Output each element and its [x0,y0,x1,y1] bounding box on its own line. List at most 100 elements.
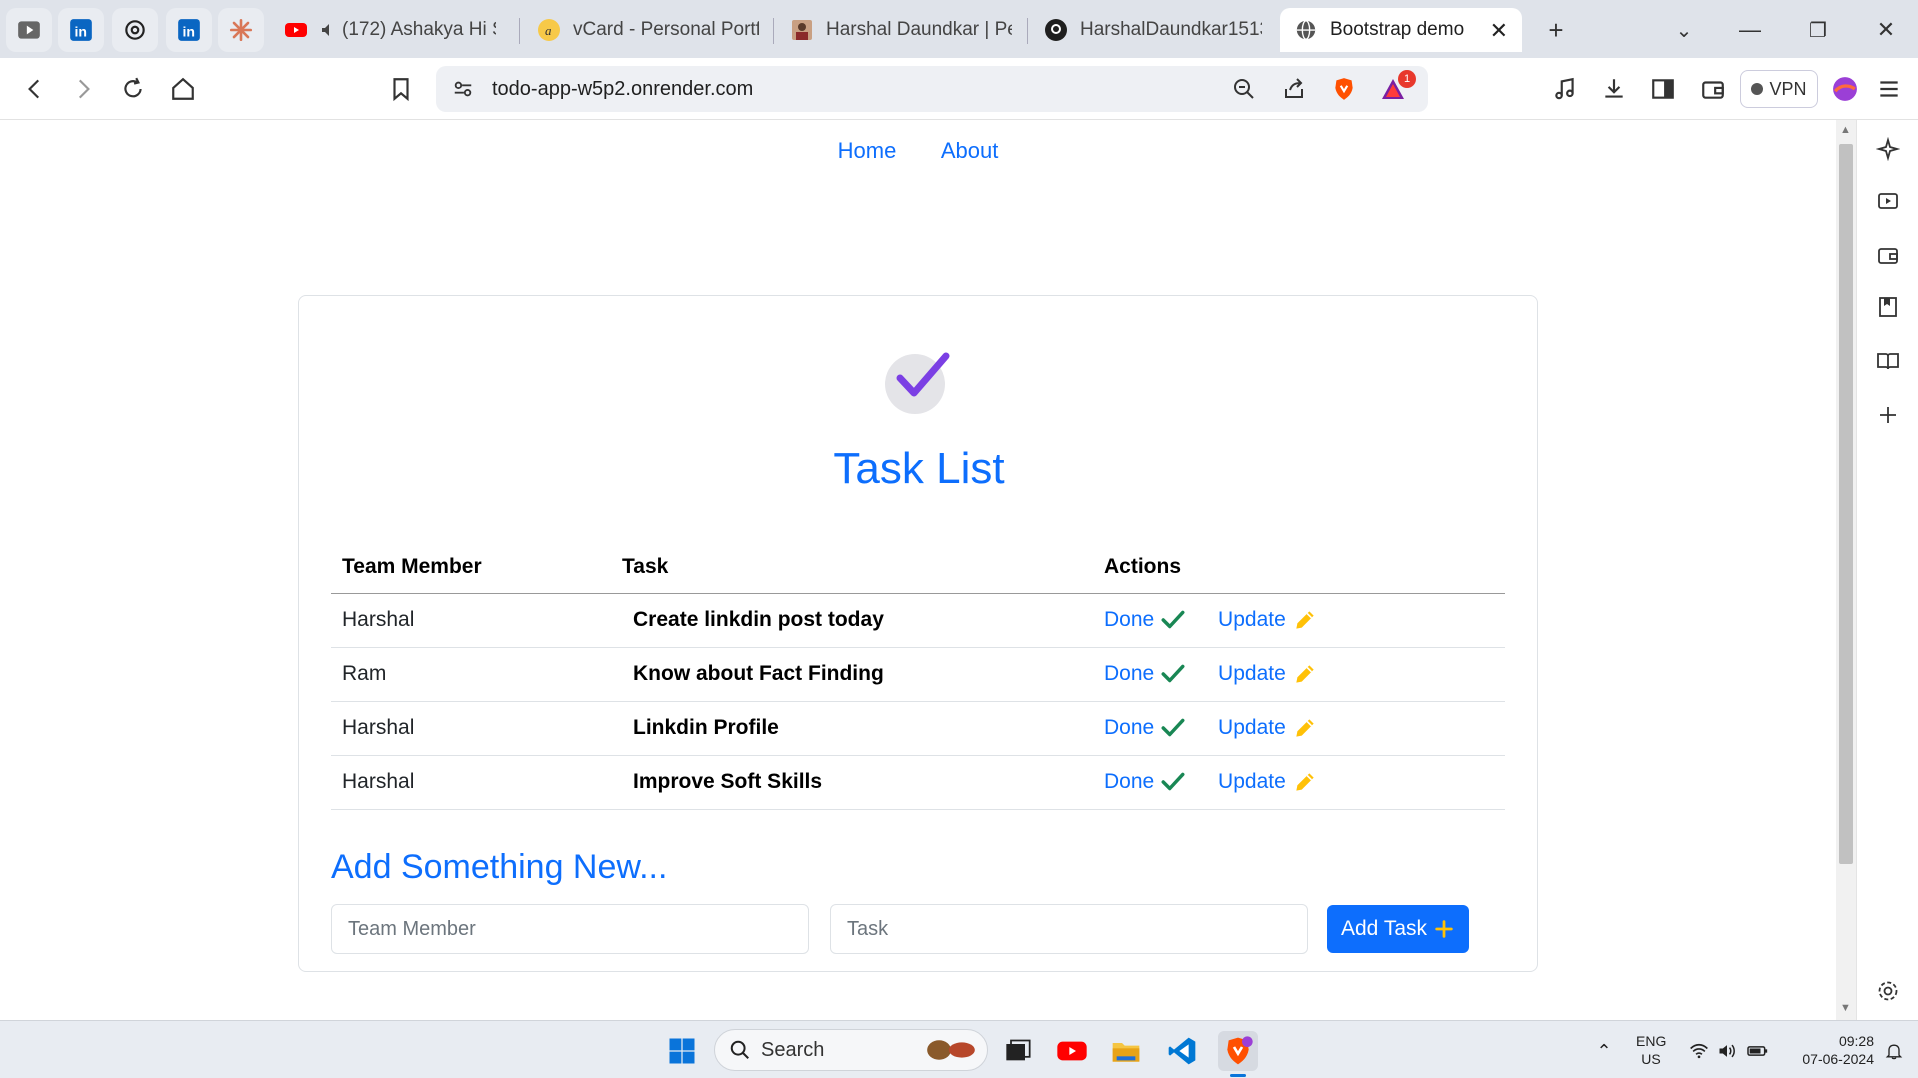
check-icon [1161,664,1185,683]
brave-browser-taskbar-icon[interactable] [1218,1031,1258,1077]
pencil-icon [1296,773,1314,791]
input-language-indicator[interactable]: ENG US [1636,1032,1666,1068]
add-task-button[interactable]: Add Task [1327,905,1469,953]
leo-ai-icon[interactable] [1873,134,1903,164]
clock-time: 09:28 [1838,1033,1874,1049]
address-bar[interactable]: todo-app-w5p2.onrender.com 1 [436,66,1428,112]
scrollbar-thumb[interactable] [1839,144,1853,864]
forward-arrow-icon [78,79,90,99]
zoom-out-icon[interactable] [1232,77,1256,106]
tab-label: Harshal Daundkar | Pers [826,19,1012,40]
actions-cell: Done Update [1093,647,1505,702]
taskbar-search[interactable]: Search [714,1029,988,1071]
clock[interactable]: 09:28 07-06-2024 [1786,1032,1874,1068]
tab-vcard[interactable]: a vCard - Personal Portfol [523,8,773,52]
update-label: Update [1218,662,1286,685]
tab-portfolio[interactable]: Harshal Daundkar | Pers [776,8,1026,52]
check-icon [1161,610,1185,629]
wifi-icon[interactable] [1686,1031,1712,1071]
close-window-button[interactable]: ✕ [1870,14,1902,46]
scroll-up-arrow-icon[interactable]: ▲ [1840,124,1851,136]
download-icon [1605,79,1623,98]
done-button[interactable]: Done [1104,715,1186,741]
table-row: Harshal Improve Soft Skills Done Update [331,755,1505,810]
close-tab-icon[interactable]: ✕ [1490,18,1508,44]
done-button[interactable]: Done [1104,769,1186,795]
actions-cell: Done Update [1093,755,1505,810]
language-code: ENG [1636,1033,1667,1049]
reading-list-icon[interactable] [1873,346,1903,376]
home-icon [172,77,194,100]
sidebar-panel-icon [1652,79,1674,99]
tab-bootstrap-demo[interactable]: Bootstrap demo ✕ [1280,8,1522,52]
wallet-button[interactable] [1696,72,1730,106]
done-button[interactable]: Done [1104,607,1186,633]
task-input[interactable] [830,904,1308,954]
youtube-icon [284,18,308,42]
vpn-button[interactable]: VPN [1740,70,1818,108]
forward-button[interactable] [66,72,100,106]
new-tab-button[interactable]: + [1540,14,1572,46]
sidebar-settings-gear-icon[interactable] [1873,976,1903,1006]
main-menu-button[interactable] [1872,72,1906,106]
wallet-icon[interactable] [1873,240,1903,270]
volume-icon[interactable] [1714,1031,1740,1071]
bookmark-button[interactable] [384,72,418,106]
team-member-input[interactable] [331,904,809,954]
back-button[interactable] [18,72,52,106]
add-sidebar-item-icon[interactable] [1873,400,1903,430]
profile-button[interactable] [1828,72,1862,106]
windows-start-icon[interactable] [662,1031,702,1071]
home-button[interactable] [166,72,200,106]
file-explorer-icon[interactable] [1106,1031,1146,1071]
site-settings-icon[interactable] [452,78,474,105]
nav-about-link[interactable]: About [941,138,999,163]
sidebar-toggle-button[interactable] [1646,72,1680,106]
pinned-tab-claude[interactable] [218,8,264,52]
pinned-tab-linkedin-2[interactable]: in [166,8,212,52]
check-icon [1161,718,1185,737]
restore-window-button[interactable]: ❐ [1802,14,1834,46]
pinned-tab-linkedin[interactable]: in [58,8,104,52]
brave-shields-icon[interactable] [1331,76,1357,107]
scroll-down-arrow-icon[interactable]: ▼ [1840,1002,1851,1014]
downloads-button[interactable] [1597,72,1631,106]
vpn-label: VPN [1769,78,1807,99]
reload-button[interactable] [116,72,150,106]
pinned-tab-chatgpt[interactable] [112,8,158,52]
back-arrow-icon [28,79,40,99]
task-view-icon[interactable] [998,1031,1038,1071]
tab-youtube[interactable]: (172) Ashakya Hi Sh [270,8,510,52]
task-table: Team Member Task Actions Harshal Create … [331,541,1505,810]
minimize-window-button[interactable]: — [1734,14,1766,46]
show-hidden-icons-chevron-icon[interactable]: ⌃ [1584,1031,1624,1071]
tab-search-chevron-icon[interactable]: ⌄ [1668,14,1700,46]
update-button[interactable]: Update [1218,769,1318,795]
vscode-icon[interactable] [1162,1031,1202,1071]
media-button[interactable] [1548,72,1582,106]
video-playlist-icon[interactable] [1873,186,1903,216]
table-row: Harshal Linkdin Profile Done Update [331,701,1505,756]
notification-badge: 1 [1398,70,1416,88]
nav-home-link[interactable]: Home [838,138,897,163]
update-button[interactable]: Update [1218,607,1318,633]
update-button[interactable]: Update [1218,661,1318,687]
tab-github[interactable]: HarshalDaundkar1513/ [1030,8,1276,52]
done-button[interactable]: Done [1104,661,1186,687]
url-text[interactable]: todo-app-w5p2.onrender.com [492,78,753,101]
bookmark-icon [393,78,409,102]
done-label: Done [1104,770,1155,793]
reload-icon [124,77,142,98]
youtube-app-icon[interactable] [1052,1031,1092,1071]
pinned-tab-video[interactable] [6,8,52,52]
bookmarks-icon[interactable] [1873,292,1903,322]
share-icon[interactable] [1282,77,1306,106]
page-scrollbar[interactable]: ▲ ▼ [1836,120,1856,1020]
battery-icon[interactable] [1744,1031,1772,1071]
update-button[interactable]: Update [1218,715,1318,741]
task-cell: Improve Soft Skills [611,755,1093,810]
tab-label: HarshalDaundkar1513/ [1080,19,1262,40]
speaker-icon[interactable] [320,18,336,42]
notifications-bell-icon[interactable] [1880,1031,1908,1071]
vpn-status-icon [1751,83,1764,95]
